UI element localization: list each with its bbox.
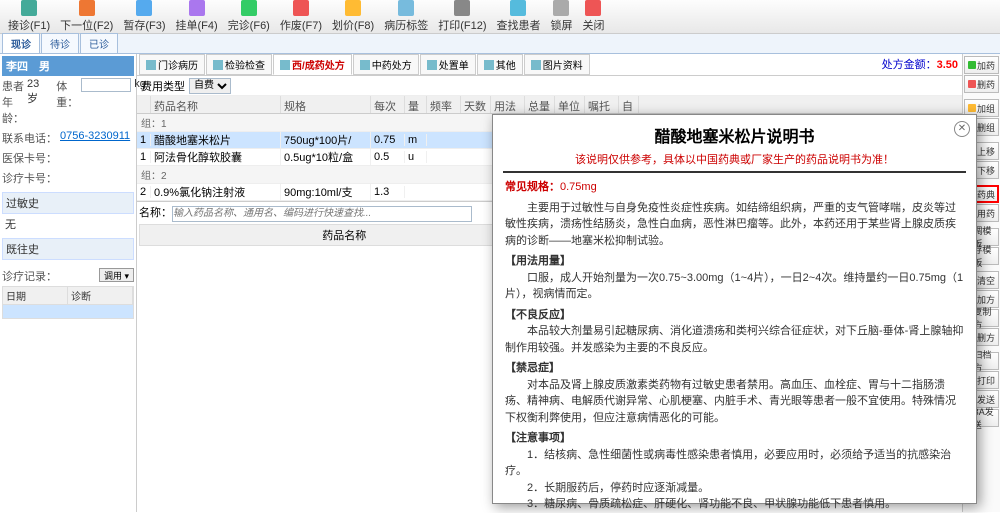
weight-input[interactable] [81, 78, 131, 92]
load-record-button[interactable]: 调用 ▾ [99, 268, 134, 282]
toolbar-完诊(F6)[interactable]: 完诊(F6) [224, 0, 274, 34]
toolbar-关闭[interactable]: 关闭 [578, 0, 608, 34]
close-icon[interactable]: ✕ [954, 121, 970, 137]
toolbar-锁屏[interactable]: 锁屏 [546, 0, 576, 34]
toolbar-挂单(F4)[interactable]: 挂单(F4) [172, 0, 222, 34]
drug-manual-popup: ✕ 醋酸地塞米松片说明书 该说明仅供参考，具体以中国药典或厂家生产的药品说明书为… [492, 114, 977, 504]
toolbar-打印(F12)[interactable]: 打印(F12) [434, 0, 490, 34]
tab-已诊[interactable]: 已诊 [80, 33, 118, 53]
allergy-section: 过敏史 [2, 192, 134, 214]
tab-待诊[interactable]: 待诊 [41, 33, 79, 53]
subtab-其他[interactable]: 其他 [477, 54, 523, 75]
toolbar-病历标签[interactable]: 病历标签 [380, 0, 432, 34]
patient-sex: 男 [39, 61, 50, 73]
fee-type-select[interactable]: 自费 [189, 78, 231, 94]
toolbar-下一位(F2)[interactable]: 下一位(F2) [56, 0, 117, 34]
tab-现诊[interactable]: 现诊 [2, 33, 40, 53]
subtab-检验检查[interactable]: 检验检查 [206, 54, 272, 75]
patient-name: 李四 [6, 61, 28, 73]
subtab-门诊病历[interactable]: 门诊病历 [139, 54, 205, 75]
diag-row[interactable] [2, 305, 134, 319]
toolbar-划价(F8)[interactable]: 划价(F8) [328, 0, 378, 34]
subtab-处置单[interactable]: 处置单 [420, 54, 476, 75]
rbtn-删药[interactable]: 删药 [964, 75, 999, 93]
toolbar-接诊(F1)[interactable]: 接诊(F1) [4, 0, 54, 34]
past-section: 既往史 [2, 238, 134, 260]
toolbar-暂存(F3)[interactable]: 暂存(F3) [119, 0, 169, 34]
toolbar-查找患者[interactable]: 查找患者 [492, 0, 544, 34]
drug-search-input[interactable] [172, 206, 472, 222]
tel-link[interactable]: 0756-3230911 [60, 130, 130, 146]
subtab-中药处方[interactable]: 中药处方 [353, 54, 419, 75]
subtab-西/成药处方[interactable]: 西/成药处方 [273, 54, 352, 75]
subtab-图片资料[interactable]: 图片资料 [524, 54, 590, 75]
popup-title: 醋酸地塞米松片说明书 [493, 115, 976, 151]
toolbar-作废(F7)[interactable]: 作废(F7) [276, 0, 326, 34]
rbtn-加药[interactable]: 加药 [964, 56, 999, 74]
